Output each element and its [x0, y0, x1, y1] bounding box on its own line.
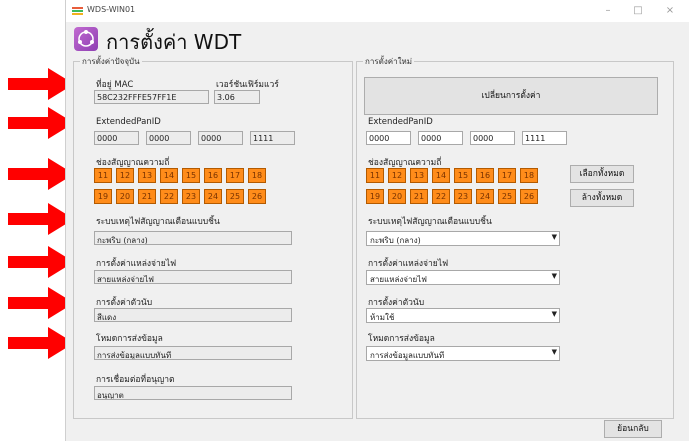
channel-button: 11: [94, 168, 112, 183]
channel-button: 19: [94, 189, 112, 204]
chevron-down-icon: ▼: [551, 310, 557, 318]
current-panid-label: ExtendedPanID: [96, 117, 161, 127]
new-counter-value: ห้ามใช้: [370, 313, 395, 322]
channel-button: 23: [182, 189, 200, 204]
current-settings-legend: การตั้งค่าปัจจุบัน: [82, 57, 140, 66]
new-power-label: การตั้งค่าแหล่งจ่ายไฟ: [368, 259, 449, 269]
minimize-button[interactable]: –: [596, 3, 620, 19]
channel-button[interactable]: 23: [454, 189, 472, 204]
channel-button[interactable]: 24: [476, 189, 494, 204]
current-transmit-label: โหมดการส่งข้อมูล: [96, 334, 163, 344]
current-counter-field: สีแดง: [94, 308, 292, 322]
channel-button[interactable]: 14: [432, 168, 450, 183]
permit-field: อนุญาต: [94, 386, 292, 400]
channel-button: 18: [248, 168, 266, 183]
current-panid-2: 0000: [146, 131, 191, 145]
page-title: การตั้งค่า WDT: [106, 30, 242, 54]
channel-button[interactable]: 26: [520, 189, 538, 204]
current-power-label: การตั้งค่าแหล่งจ่ายไฟ: [96, 259, 177, 269]
channel-button: 15: [182, 168, 200, 183]
current-alarm-field: กะพริบ (กลาง): [94, 231, 292, 245]
back-button[interactable]: ย้อนกลับ: [604, 420, 662, 438]
channel-button: 25: [226, 189, 244, 204]
new-alarm-select[interactable]: กะพริบ (กลาง) ▼: [366, 231, 560, 246]
channel-button: 14: [160, 168, 178, 183]
channel-button[interactable]: 13: [410, 168, 428, 183]
current-counter-label: การตั้งค่าตัวนับ: [96, 298, 153, 308]
new-counter-label: การตั้งค่าตัวนับ: [368, 298, 425, 308]
clear-all-button[interactable]: ล้างทั้งหมด: [570, 189, 634, 207]
new-panid-4[interactable]: 1111: [522, 131, 567, 145]
chevron-down-icon: ▼: [551, 233, 557, 241]
mac-label: ที่อยู่ MAC: [96, 80, 134, 90]
new-transmit-select[interactable]: การส่งข้อมูลแบบทันที ▼: [366, 346, 560, 361]
new-power-value: สายแหล่งจ่ายไฟ: [370, 275, 427, 284]
new-alarm-value: กะพริบ (กลาง): [370, 236, 421, 245]
channel-button[interactable]: 11: [366, 168, 384, 183]
current-panid-1: 0000: [94, 131, 139, 145]
channel-button: 20: [116, 189, 134, 204]
new-alarm-label: ระบบเหตุไฟสัญญาณเตือนแบบชิ้น: [368, 217, 492, 227]
header-logo-icon: [74, 27, 98, 51]
channel-button: 22: [160, 189, 178, 204]
window-title: WDS-WIN01: [87, 5, 136, 14]
mac-field: 58C232FFFE57FF1E: [94, 90, 209, 104]
channel-button[interactable]: 21: [410, 189, 428, 204]
channel-button[interactable]: 12: [388, 168, 406, 183]
channel-button[interactable]: 17: [498, 168, 516, 183]
firmware-field: 3.06: [214, 90, 260, 104]
current-panid-3: 0000: [198, 131, 243, 145]
chevron-down-icon: ▼: [551, 272, 557, 280]
current-alarm-label: ระบบเหตุไฟสัญญาณเตือนแบบชิ้น: [96, 217, 220, 227]
select-all-button[interactable]: เลือกทั้งหมด: [570, 165, 634, 183]
new-panid-2[interactable]: 0000: [418, 131, 463, 145]
channel-button: 26: [248, 189, 266, 204]
channel-button: 12: [116, 168, 134, 183]
channel-button[interactable]: 20: [388, 189, 406, 204]
app-logo-icon: [72, 7, 83, 15]
new-transmit-label: โหมดการส่งข้อมูล: [368, 334, 435, 344]
new-panid-label: ExtendedPanID: [368, 117, 433, 127]
new-transmit-value: การส่งข้อมูลแบบทันที: [370, 351, 445, 360]
channel-button[interactable]: 19: [366, 189, 384, 204]
permit-label: การเชื่อมต่อที่อนุญาต: [96, 375, 175, 385]
title-bar: WDS-WIN01 – □ ×: [66, 0, 689, 22]
current-power-field: สายแหล่งจ่ายไฟ: [94, 270, 292, 284]
new-settings-legend: การตั้งค่าใหม่: [365, 57, 413, 66]
settings-window: WDS-WIN01 – □ × การตั้งค่า WDT การตั้งค่…: [65, 0, 689, 441]
channel-button: 17: [226, 168, 244, 183]
channel-button[interactable]: 18: [520, 168, 538, 183]
new-power-select[interactable]: สายแหล่งจ่ายไฟ ▼: [366, 270, 560, 285]
channel-button: 24: [204, 189, 222, 204]
channel-button[interactable]: 22: [432, 189, 450, 204]
channel-button: 16: [204, 168, 222, 183]
current-transmit-field: การส่งข้อมูลแบบทันที: [94, 346, 292, 360]
new-counter-select[interactable]: ห้ามใช้ ▼: [366, 308, 560, 323]
apply-settings-button[interactable]: เปลี่ยนการตั้งค่า: [364, 77, 658, 115]
new-panid-3[interactable]: 0000: [470, 131, 515, 145]
channel-button[interactable]: 25: [498, 189, 516, 204]
channel-button: 13: [138, 168, 156, 183]
firmware-label: เวอร์ชันเฟิร์มแวร์: [216, 80, 279, 90]
current-panid-4: 1111: [250, 131, 295, 145]
current-channel-label: ช่องสัญญาณความถี่: [96, 158, 170, 168]
channel-button[interactable]: 16: [476, 168, 494, 183]
channel-button: 21: [138, 189, 156, 204]
new-panid-1[interactable]: 0000: [366, 131, 411, 145]
maximize-button[interactable]: □: [626, 3, 650, 19]
close-button[interactable]: ×: [658, 3, 682, 19]
chevron-down-icon: ▼: [551, 348, 557, 356]
new-channel-label: ช่องสัญญาณความถี่: [368, 158, 442, 168]
channel-button[interactable]: 15: [454, 168, 472, 183]
